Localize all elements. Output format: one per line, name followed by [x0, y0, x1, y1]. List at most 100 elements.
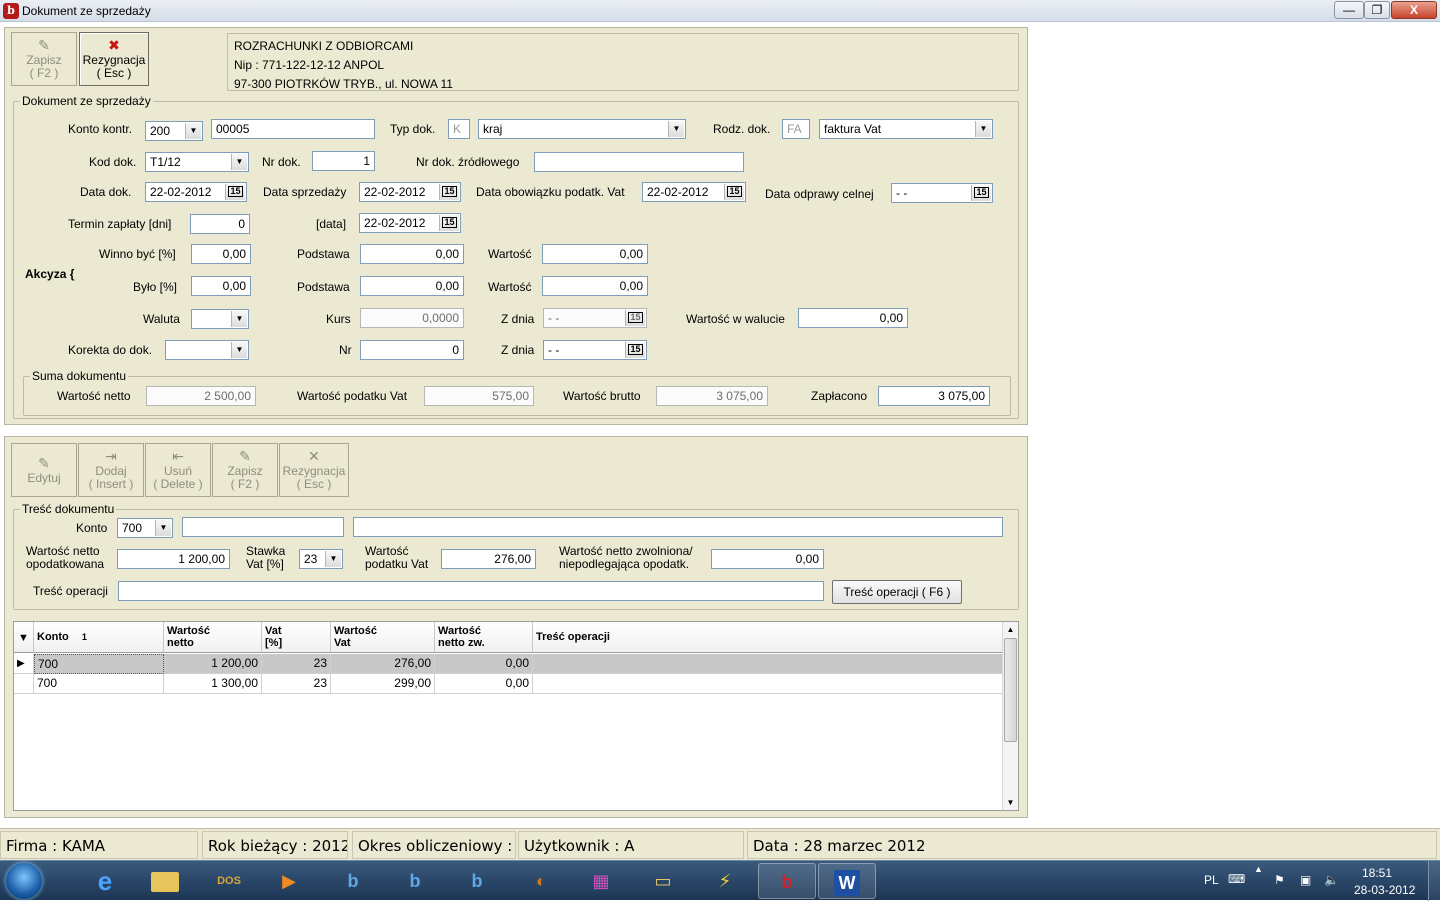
cell-konto[interactable]: 700 [34, 674, 164, 694]
podstawa1-input[interactable]: 0,00 [360, 244, 464, 264]
header-vat-pct[interactable]: Vat [%] [262, 622, 331, 653]
table-row[interactable]: ▶ 700 1 200,00 23 276,00 0,00 [14, 654, 1004, 674]
chevron-down-icon[interactable]: ▼ [325, 551, 341, 567]
typ-dok-combo[interactable]: kraj ▼ [478, 119, 686, 139]
nr2-input[interactable]: 0 [360, 340, 464, 360]
kod-dok-combo[interactable]: T1/12 ▼ [145, 152, 249, 172]
close-button[interactable]: X [1391, 1, 1437, 19]
cell-vat-pct[interactable]: 23 [262, 674, 331, 694]
maximize-button[interactable]: ❐ [1364, 1, 1390, 19]
typ-dok-code[interactable]: K [448, 119, 470, 139]
nr-dok-input[interactable]: 1 [312, 151, 375, 171]
data-sprzedazy-picker[interactable]: 22-02-2012 15 [359, 182, 461, 202]
rodz-dok-code[interactable]: FA [782, 119, 810, 139]
add-button[interactable]: ⇥ Dodaj ( Insert ) [78, 443, 144, 497]
calendar-icon[interactable]: 15 [439, 184, 459, 200]
language-indicator[interactable]: PL [1204, 873, 1219, 887]
app-icon[interactable]: b [324, 863, 382, 899]
konto-number-input[interactable]: 00005 [211, 119, 375, 139]
network-icon[interactable]: ▣ [1300, 873, 1311, 887]
lines-table[interactable]: ▼ Konto 1 Wartość netto Vat [%] Wartość … [13, 621, 1019, 811]
calendar-icon[interactable]: 15 [971, 185, 991, 201]
termin-data-picker[interactable]: 22-02-2012 15 [359, 213, 461, 233]
chevron-down-icon[interactable]: ▼ [185, 123, 201, 139]
termin-input[interactable]: 0 [190, 214, 250, 234]
wartosc-w-walucie-input[interactable]: 0,00 [798, 308, 908, 328]
clock-date[interactable]: 28-03-2012 [1354, 883, 1415, 897]
dosbox-icon[interactable]: DOS [200, 863, 258, 899]
tresc-operacji-button[interactable]: Treść operacji ( F6 ) [832, 580, 962, 604]
app-icon[interactable]: b [758, 863, 816, 899]
edit-button[interactable]: ✎ Edytuj [11, 443, 77, 497]
winno-input[interactable]: 0,00 [191, 244, 251, 264]
word-icon[interactable]: W [818, 863, 876, 899]
chevron-down-icon[interactable]: ▼ [155, 520, 171, 536]
calendar-icon[interactable]: 15 [225, 184, 245, 200]
cell-vat[interactable]: 276,00 [331, 654, 435, 674]
cancel-button-top[interactable]: ✖ Rezygnacja ( Esc ) [79, 32, 149, 86]
line-vat-input[interactable]: 276,00 [441, 549, 536, 569]
korekta-combo[interactable]: ▼ [165, 340, 249, 360]
header-konto[interactable]: Konto 1 [34, 622, 164, 653]
row-selector-icon[interactable]: ▶ [14, 654, 34, 674]
header-netto-zw[interactable]: Wartość netto zw. [435, 622, 533, 653]
chevron-down-icon[interactable]: ▼ [668, 121, 684, 137]
cell-vat-pct[interactable]: 23 [262, 654, 331, 674]
wartosc1-input[interactable]: 0,00 [542, 244, 648, 264]
tool-icon[interactable]: ⚡ [696, 863, 754, 899]
podstawa2-input[interactable]: 0,00 [360, 276, 464, 296]
calendar-icon[interactable]: 15 [724, 184, 744, 200]
save-button-lines[interactable]: ✎ Zapisz ( F2 ) [212, 443, 278, 497]
stawka-combo[interactable]: 23 ▼ [299, 549, 343, 569]
helmet-icon[interactable]: ◖ [510, 863, 568, 899]
header-netto[interactable]: Wartość netto [164, 622, 262, 653]
cell-netto-zw[interactable]: 0,00 [435, 654, 533, 674]
row-selector[interactable] [14, 674, 34, 694]
delete-button[interactable]: ⇤ Usuń ( Delete ) [145, 443, 211, 497]
tray-chevron-icon[interactable]: ▲ [1254, 864, 1263, 874]
chevron-down-icon[interactable]: ▼ [231, 311, 247, 327]
line-konto-name[interactable] [182, 517, 344, 537]
rodz-dok-combo[interactable]: faktura Vat ▼ [819, 119, 993, 139]
title-bar[interactable]: b Dokument ze sprzedaży — ❐ X [0, 0, 1440, 22]
data-dok-picker[interactable]: 22-02-2012 15 [145, 182, 247, 202]
media-player-icon[interactable]: ▶ [260, 863, 318, 899]
cell-netto[interactable]: 1 300,00 [164, 674, 262, 694]
scroll-up-icon[interactable]: ▲ [1003, 622, 1018, 637]
header-tresc[interactable]: Treść operacji [533, 622, 1004, 653]
cell-konto[interactable]: 700 [34, 654, 164, 674]
nr-zrodlowy-input[interactable] [534, 152, 744, 172]
tresc-operacji-input[interactable] [118, 581, 824, 601]
line-netto-input[interactable]: 1 200,00 [117, 549, 230, 569]
line-zw-input[interactable]: 0,00 [711, 549, 824, 569]
app-icon[interactable]: b [386, 863, 444, 899]
konto-kontr-combo[interactable]: 200 ▼ [145, 121, 203, 141]
cell-tresc[interactable] [533, 674, 1004, 694]
cell-vat[interactable]: 299,00 [331, 674, 435, 694]
table-row[interactable]: 700 1 300,00 23 299,00 0,00 [14, 674, 1004, 694]
chevron-down-icon[interactable]: ▼ [231, 342, 247, 358]
data-vat-picker[interactable]: 22-02-2012 15 [642, 182, 746, 202]
card-icon[interactable]: ▭ [634, 863, 692, 899]
chevron-down-icon[interactable]: ▼ [975, 121, 991, 137]
archive-icon[interactable]: ▦ [572, 863, 630, 899]
line-konto-description[interactable] [353, 517, 1003, 537]
calendar-icon[interactable]: 15 [439, 215, 459, 231]
ie-icon[interactable]: e [76, 863, 134, 899]
wartosc2-input[interactable]: 0,00 [542, 276, 648, 296]
scroll-down-icon[interactable]: ▼ [1003, 795, 1018, 810]
keyboard-icon[interactable]: ⌨ [1228, 872, 1245, 886]
minimize-button[interactable]: — [1334, 1, 1364, 19]
bylo-input[interactable]: 0,00 [191, 276, 251, 296]
app-icon[interactable]: b [448, 863, 506, 899]
zdnia2-picker[interactable]: - - 15 [543, 340, 647, 360]
line-konto-combo[interactable]: 700 ▼ [117, 518, 173, 538]
zdnia1-picker[interactable]: - - 15 [543, 308, 647, 328]
kurs-input[interactable]: 0,0000 [360, 308, 464, 328]
save-button-top[interactable]: ✎ Zapisz ( F2 ) [11, 32, 77, 86]
clock-time[interactable]: 18:51 [1362, 866, 1392, 880]
header-vat[interactable]: Wartość Vat [331, 622, 435, 653]
calendar-icon[interactable]: 15 [625, 310, 645, 326]
flag-icon[interactable]: ⚑ [1274, 873, 1285, 887]
cell-netto-zw[interactable]: 0,00 [435, 674, 533, 694]
